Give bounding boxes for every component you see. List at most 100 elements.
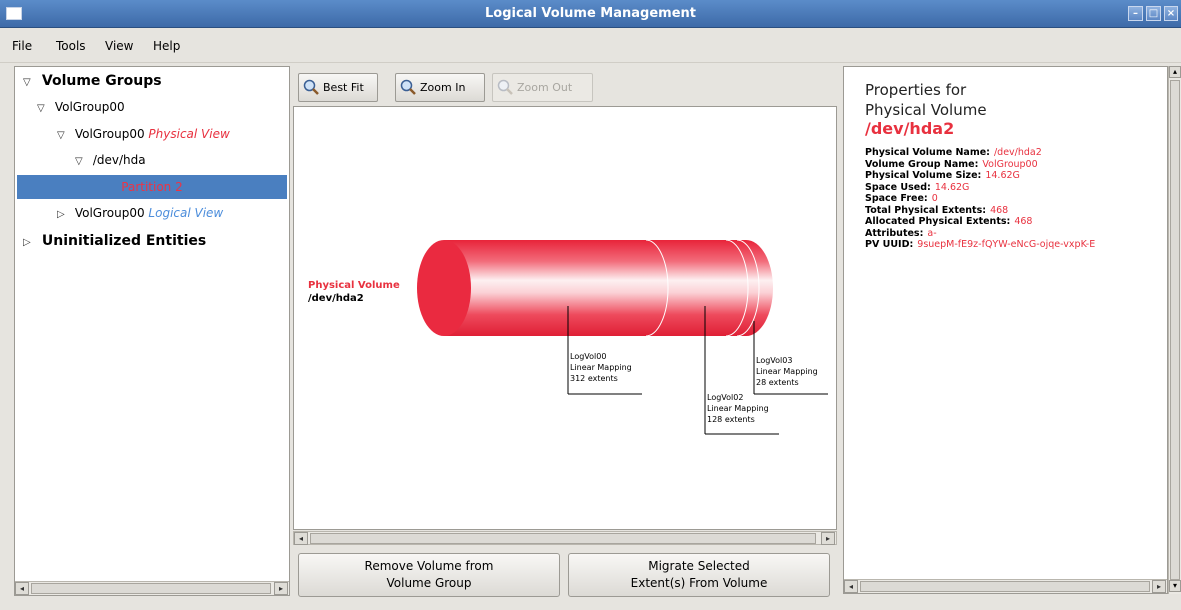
cylinder-body[interactable]: [444, 240, 746, 336]
zoom-in-icon: [400, 79, 416, 95]
property-row: Space Free: 0: [865, 193, 938, 204]
property-value: 468: [990, 204, 1009, 216]
physical-view-tag: Physical View: [148, 127, 230, 141]
close-button[interactable]: ×: [1164, 6, 1178, 21]
tree-logical-view[interactable]: ▷ VolGroup00 Logical View: [15, 201, 289, 225]
property-row: Total Physical Extents: 468: [865, 205, 1008, 216]
menu-view[interactable]: View: [105, 39, 133, 53]
menu-bar: File Tools View Help: [0, 29, 1181, 63]
tree-label: VolGroup00: [74, 127, 145, 141]
tree-label: Partition 2: [121, 180, 183, 194]
zoom-out-label: Zoom Out: [517, 81, 573, 94]
zoom-out-icon: [497, 79, 513, 95]
tree-volgroup00[interactable]: ▽ VolGroup00: [15, 95, 289, 119]
menu-help[interactable]: Help: [153, 39, 180, 53]
logical-view-tag: Logical View: [148, 206, 224, 220]
cylinder-right-cap: [719, 240, 773, 336]
properties-heading: Properties for: [865, 81, 967, 99]
maximize-button[interactable]: □: [1146, 6, 1161, 21]
scrollbar-thumb[interactable]: [310, 533, 816, 544]
expanded-triangle-icon[interactable]: ▽: [75, 150, 89, 174]
scroll-right-icon[interactable]: ▸: [1152, 580, 1166, 593]
properties-vertical-scrollbar[interactable]: ▴ ▾: [1168, 66, 1181, 594]
property-row: Allocated Physical Extents: 468: [865, 216, 1032, 227]
remove-volume-button[interactable]: Remove Volume from Volume Group: [298, 553, 560, 597]
properties-subheading: Physical Volume: [865, 101, 987, 119]
segment-mapping: Linear Mapping: [707, 404, 769, 413]
property-value: 9suepM-fE9z-fQYW-eNcG-ojqe-vxpK-E: [917, 239, 1096, 250]
physical-volume-diagram: Physical Volume /dev/hda2 LogVol00 Linea…: [293, 106, 837, 530]
diagram-horizontal-scrollbar[interactable]: ◂ ▸: [293, 531, 837, 545]
property-value: /dev/hda2: [993, 147, 1042, 158]
segment-name: LogVol03: [756, 356, 793, 365]
segment-mapping: Linear Mapping: [756, 367, 818, 376]
tree-disk-hda[interactable]: ▽ /dev/hda: [15, 148, 289, 172]
properties-horizontal-scrollbar[interactable]: ◂ ▸: [844, 579, 1167, 593]
magnifier-icon: [303, 79, 319, 95]
tree-partition-2[interactable]: Partition 2: [17, 175, 287, 199]
property-key: Physical Volume Name:: [865, 147, 990, 158]
volume-tree: ▽ Volume Groups ▽ VolGroup00 ▽ VolGroup0…: [14, 66, 290, 596]
property-key: Allocated Physical Extents:: [865, 216, 1011, 227]
segment-label-logvol03[interactable]: LogVol03 Linear Mapping 28 extents: [756, 355, 818, 388]
property-row: Volume Group Name: VolGroup00: [865, 159, 1038, 170]
cylinder-left-cap: [417, 240, 471, 336]
expanded-triangle-icon[interactable]: ▽: [23, 71, 37, 95]
scroll-down-icon[interactable]: ▾: [1169, 580, 1181, 592]
property-key: Space Used:: [865, 181, 931, 193]
properties-panel: Properties for Physical Volume /dev/hda2…: [843, 66, 1168, 594]
remove-button-line1: Remove Volume from: [364, 559, 494, 573]
scrollbar-thumb[interactable]: [31, 583, 271, 594]
property-key: Space Free:: [865, 193, 928, 204]
zoom-in-button[interactable]: Zoom In: [395, 73, 485, 102]
property-value: VolGroup00: [982, 158, 1038, 170]
scrollbar-thumb[interactable]: [860, 581, 1150, 592]
scrollbar-thumb[interactable]: [1170, 80, 1180, 580]
collapsed-triangle-icon[interactable]: ▷: [23, 231, 37, 255]
tree-label: VolGroup00: [74, 206, 145, 220]
scroll-right-icon[interactable]: ▸: [821, 532, 835, 545]
property-key: PV UUID:: [865, 239, 914, 250]
scroll-up-icon[interactable]: ▴: [1169, 66, 1181, 78]
pv-cylinder-graphic: [417, 239, 828, 435]
best-fit-button[interactable]: Best Fit: [298, 73, 378, 102]
property-key: Attributes:: [865, 227, 924, 239]
expanded-triangle-icon[interactable]: ▽: [37, 97, 51, 121]
scroll-left-icon[interactable]: ◂: [844, 580, 858, 593]
segment-extents: 312 extents: [570, 374, 618, 383]
zoom-out-button[interactable]: Zoom Out: [492, 73, 593, 102]
scroll-left-icon[interactable]: ◂: [15, 582, 29, 595]
segment-label-logvol00[interactable]: LogVol00 Linear Mapping 312 extents: [570, 351, 632, 384]
segment-name: LogVol02: [707, 393, 744, 402]
menu-file[interactable]: File: [12, 39, 32, 53]
tree-label: /dev/hda: [92, 153, 146, 167]
migrate-extents-button[interactable]: Migrate Selected Extent(s) From Volume: [568, 553, 830, 597]
best-fit-label: Best Fit: [323, 81, 364, 94]
remove-button-line2: Volume Group: [386, 576, 472, 590]
tree-uninitialized-entities[interactable]: ▷ Uninitialized Entities: [15, 229, 289, 253]
property-row: Physical Volume Name:/dev/hda2: [865, 147, 1042, 158]
scroll-right-icon[interactable]: ▸: [274, 582, 288, 595]
property-key: Total Physical Extents:: [865, 204, 987, 216]
minimize-button[interactable]: –: [1128, 6, 1143, 21]
scroll-left-icon[interactable]: ◂: [294, 532, 308, 545]
property-row: PV UUID: 9suepM-fE9z-fQYW-eNcG-ojqe-vxpK-…: [865, 239, 1095, 250]
property-value: 14.62G: [934, 181, 970, 193]
tree-volume-groups[interactable]: ▽ Volume Groups: [15, 69, 289, 93]
property-row: Physical Volume Size: 14.62G: [865, 170, 1020, 181]
segment-label-logvol02[interactable]: LogVol02 Linear Mapping 128 extents: [707, 392, 769, 425]
segment-extents: 128 extents: [707, 415, 755, 424]
tree-physical-view[interactable]: ▽ VolGroup00 Physical View: [15, 122, 289, 146]
property-value: a-: [927, 227, 937, 239]
window-title: Logical Volume Management: [484, 6, 696, 21]
collapsed-triangle-icon[interactable]: ▷: [57, 203, 71, 227]
property-value: 468: [1014, 216, 1033, 227]
title-bar: Logical Volume Management – □ ×: [0, 0, 1181, 28]
segment-mapping: Linear Mapping: [570, 363, 632, 372]
tree-label: Volume Groups: [41, 73, 162, 89]
menu-tools[interactable]: Tools: [56, 39, 86, 53]
migrate-button-line2: Extent(s) From Volume: [630, 576, 768, 590]
property-row: Attributes: a-: [865, 228, 937, 239]
tree-horizontal-scrollbar[interactable]: ◂ ▸: [15, 581, 289, 595]
expanded-triangle-icon[interactable]: ▽: [57, 124, 71, 148]
